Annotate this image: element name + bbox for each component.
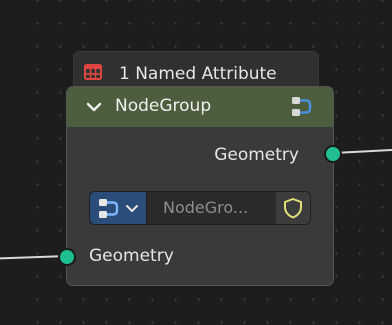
output-geometry-label: Geometry	[214, 145, 299, 165]
node-group-name-value: NodeGro...	[163, 198, 249, 217]
node-header[interactable]: NodeGroup	[67, 87, 333, 127]
output-geometry-socket[interactable]	[324, 145, 342, 163]
spreadsheet-icon	[84, 64, 102, 80]
node-tree-icon	[292, 97, 312, 116]
chevron-down-icon	[126, 205, 138, 212]
chevron-down-icon[interactable]	[85, 98, 103, 116]
node-group-type-dropdown[interactable]	[90, 192, 146, 224]
node-group-name-field[interactable]: NodeGro...	[146, 192, 274, 224]
node-title: NodeGroup	[115, 96, 212, 116]
node-tree-icon	[99, 199, 119, 218]
node-group-node[interactable]: NodeGroup Geometry NodeGro... Geometry	[58, 86, 342, 286]
named-attribute-label: 1 Named Attribute	[119, 64, 277, 84]
input-geometry-socket[interactable]	[58, 248, 76, 266]
fake-user-button[interactable]	[276, 192, 310, 224]
node-group-selector[interactable]: NodeGro...	[89, 191, 311, 225]
shield-icon	[284, 198, 302, 219]
input-geometry-label: Geometry	[89, 246, 174, 266]
